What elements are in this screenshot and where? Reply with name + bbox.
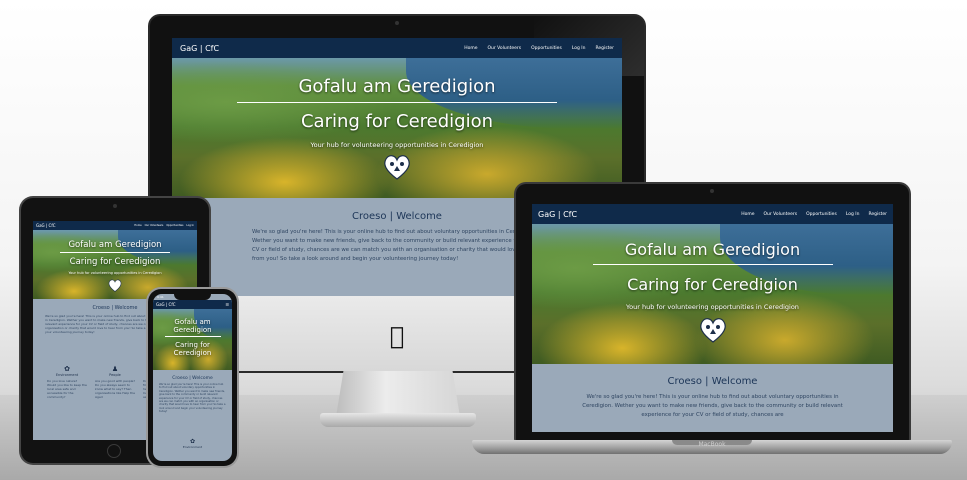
nav-opportunities[interactable]: Opportunities bbox=[166, 224, 183, 227]
welcome-body: We're so glad you're here! This is your … bbox=[252, 229, 540, 262]
nav-register[interactable]: Register bbox=[868, 212, 887, 217]
heart-logo-icon bbox=[383, 154, 411, 184]
brand-logo[interactable]: GaG | CfC bbox=[156, 302, 225, 307]
tree-icon: ✿ bbox=[64, 365, 70, 373]
welcome-section: Croeso | Welcome We're so glad you're he… bbox=[153, 376, 232, 414]
nav-home[interactable]: Home bbox=[741, 212, 754, 217]
nav-opportunities[interactable]: Opportunities bbox=[531, 46, 562, 51]
nav-opportunities[interactable]: Opportunities bbox=[806, 212, 837, 217]
navbar: GaG | CfC Home Our Volunteers Opportunit… bbox=[532, 204, 893, 224]
imac-stand-base bbox=[320, 413, 476, 427]
brand-logo[interactable]: GaG | CfC bbox=[180, 44, 454, 53]
heart-logo-icon bbox=[699, 317, 727, 347]
hero-title-english: Caring for Ceredigion bbox=[69, 257, 161, 267]
welcome-body: We're so glad you're here! This is your … bbox=[582, 394, 843, 418]
ipad-camera bbox=[113, 204, 117, 208]
welcome-body: We're so glad you're here! This is your … bbox=[159, 383, 226, 414]
people-icon: ♟ bbox=[111, 365, 119, 373]
hero-tagline: Your hub for volunteering opportunities … bbox=[310, 141, 484, 149]
hero-divider bbox=[164, 336, 221, 337]
hero-title-welsh: Gofalu am Geredigion bbox=[624, 240, 801, 259]
hero-tagline: Your hub for volunteering opportunities … bbox=[68, 271, 162, 275]
iphone-notch bbox=[174, 292, 211, 300]
ipad-home-button bbox=[107, 444, 121, 458]
nav-log-in[interactable]: Log In bbox=[572, 46, 586, 51]
hero-title-english: Caring for Ceredigion bbox=[627, 275, 798, 294]
macbook-camera bbox=[710, 189, 714, 193]
imac-camera bbox=[395, 21, 399, 25]
navbar: GaG | CfC Home Our Volunteers Opportunit… bbox=[33, 221, 197, 230]
category-text: Do you love nature? Would you like to ke… bbox=[47, 379, 87, 399]
category-label: Environment bbox=[55, 373, 79, 377]
macbook-screen: GaG | CfC Home Our Volunteers Opportunit… bbox=[532, 204, 893, 432]
hero-tagline: Your hub for volunteering opportunities … bbox=[626, 303, 799, 311]
welcome-title: Croeso | Welcome bbox=[667, 376, 758, 387]
hero-text-block: Gofalu am Geredigion Caring for Ceredigi… bbox=[532, 240, 893, 347]
apple-logo-icon:  bbox=[386, 323, 408, 349]
hero-title-welsh: Gofalu am Geredigion bbox=[298, 76, 496, 97]
welcome-title: Croeso | Welcome bbox=[352, 211, 442, 222]
brand-logo[interactable]: GaG | CfC bbox=[538, 210, 732, 219]
hero-text-block: Gofalu am Geredigion Caring for Ceredigi… bbox=[33, 240, 197, 296]
hero-title-welsh: Gofalu am Geredigion bbox=[68, 240, 162, 250]
menu-icon[interactable]: ☰ bbox=[225, 302, 229, 307]
nav-home[interactable]: Home bbox=[134, 224, 141, 227]
imac-stand-neck bbox=[336, 371, 460, 417]
hero-title-english: Caring for Ceredigion bbox=[300, 111, 494, 132]
welcome-title: Croeso | Welcome bbox=[172, 376, 213, 381]
nav-our-volunteers[interactable]: Our Volunteers bbox=[145, 224, 164, 227]
category-environment[interactable]: ✿ Environment bbox=[153, 438, 232, 449]
brand-logo[interactable]: GaG | CfC bbox=[36, 223, 131, 228]
hero-divider bbox=[60, 252, 170, 253]
category-label: Environment bbox=[182, 445, 203, 449]
nav-our-volunteers[interactable]: Our Volunteers bbox=[763, 212, 797, 217]
hero-text-block: Gofalu am Geredigion Caring for Ceredigi… bbox=[153, 318, 232, 357]
hero-title-welsh: Gofalu am Geredigion bbox=[173, 318, 212, 334]
navbar: GaG | CfC ☰ bbox=[153, 300, 232, 309]
hero-divider bbox=[237, 102, 557, 103]
category-text: Are you good with people? Do you always … bbox=[95, 379, 135, 399]
iphone-screen: 9:41 GaG | CfC ☰ Gofalu am Geredigion Ca… bbox=[153, 294, 232, 461]
nav-home[interactable]: Home bbox=[464, 46, 477, 51]
tree-icon: ✿ bbox=[189, 438, 196, 445]
nav-log-in[interactable]: Log In bbox=[186, 224, 194, 227]
category-label: People bbox=[109, 373, 121, 377]
nav-our-volunteers[interactable]: Our Volunteers bbox=[487, 46, 521, 51]
category-environment[interactable]: ✿ Environment Do you love nature? Would … bbox=[47, 365, 87, 399]
category-people[interactable]: ♟ People Are you good with people? Do yo… bbox=[95, 365, 135, 399]
hero-divider bbox=[592, 264, 833, 265]
hero-title-english: Caring for Ceredigion bbox=[173, 341, 212, 357]
hero-text-block: Gofalu am Geredigion Caring for Ceredigi… bbox=[172, 76, 622, 184]
heart-logo-icon bbox=[108, 277, 122, 296]
nav-log-in[interactable]: Log In bbox=[846, 212, 860, 217]
nav-register[interactable]: Register bbox=[595, 46, 614, 51]
navbar: GaG | CfC Home Our Volunteers Opportunit… bbox=[172, 38, 622, 58]
welcome-section: Croeso | Welcome We're so glad you're he… bbox=[532, 376, 893, 420]
macbook-label: MacBook bbox=[698, 441, 726, 448]
status-time: 9:41 bbox=[157, 295, 164, 299]
